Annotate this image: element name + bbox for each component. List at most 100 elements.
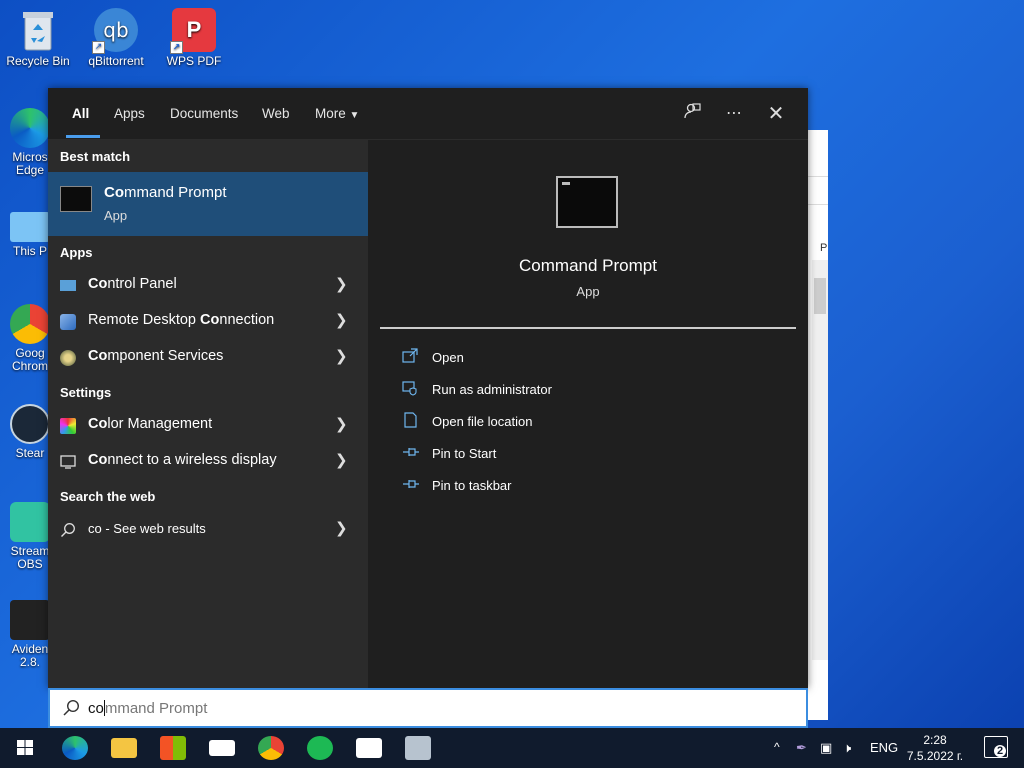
highlight-text: Co (104, 184, 124, 201)
avidemux-icon (10, 600, 50, 640)
highlight-text: Co (88, 416, 108, 432)
action-open[interactable]: Open (402, 346, 702, 370)
divider (380, 327, 796, 329)
background-window[interactable]: P (806, 130, 828, 720)
chevron-right-icon[interactable]: ❯ (335, 275, 348, 293)
desktop-icon-label: WPS PDF (166, 54, 222, 68)
search-box[interactable]: command Prompt (48, 688, 808, 728)
desktop-icon-label: qBittorrent (88, 54, 144, 68)
show-hidden-icons-chevron-up-icon[interactable]: ^ (774, 740, 780, 754)
volume-icon[interactable]: 🕨 (843, 740, 851, 756)
desktop-icon-wps-pdf[interactable]: P ↗ WPS PDF (156, 8, 232, 68)
action-pin-to-taskbar[interactable]: Pin to taskbar (402, 474, 702, 498)
notifications-icon[interactable]: 2 (984, 736, 1008, 758)
chevron-right-icon[interactable]: ❯ (335, 311, 348, 329)
background-window-label: P (820, 242, 828, 254)
mail-icon[interactable] (209, 740, 235, 756)
action-run-as-administrator[interactable]: Run as administrator (402, 378, 702, 402)
chevron-right-icon[interactable]: ❯ (335, 415, 348, 433)
command-prompt-icon (60, 186, 92, 212)
scrollbar-thumb[interactable] (814, 278, 826, 314)
steam-icon (10, 404, 50, 444)
tab-more[interactable]: More ▼ (315, 106, 359, 121)
chevron-right-icon[interactable]: ❯ (335, 347, 348, 365)
recycle-bin-icon (16, 8, 60, 52)
search-input[interactable]: command Prompt (88, 700, 207, 717)
photos-icon[interactable] (356, 738, 382, 758)
more-options-icon[interactable]: ⋯ (722, 102, 746, 126)
network-icon[interactable]: ▣ (820, 740, 832, 756)
store-icon[interactable] (160, 736, 186, 760)
desktop-icon-label: Stream OBS (10, 544, 50, 571)
search-autocomplete: mmand Prompt (104, 700, 208, 717)
clock-time: 2:28 (923, 733, 947, 747)
feather-icon[interactable]: ✒ (796, 740, 807, 756)
action-open-file-location[interactable]: Open file location (402, 410, 702, 434)
desktop-icon-this-pc[interactable]: This P (6, 206, 54, 272)
label-rest: nnect to a wireless display (107, 452, 277, 468)
highlight-text: Co (88, 452, 108, 468)
tab-all[interactable]: All (72, 106, 89, 121)
best-match-subtitle: App (104, 208, 128, 223)
language-indicator[interactable]: ENG (870, 740, 898, 755)
tab-apps[interactable]: Apps (114, 106, 145, 121)
desktop-icon-qbittorrent[interactable]: qb ↗ qBittorrent (78, 8, 154, 68)
settings-item-wireless-display[interactable]: Connect to a wireless display ❯ (48, 444, 368, 480)
action-label: Run as administrator (432, 382, 552, 397)
label-rest: ntrol Panel (107, 276, 177, 292)
app-label: Control Panel (88, 276, 177, 292)
highlight-text: Co (200, 312, 220, 328)
desktop-icon-streamlabs-obs[interactable]: Stream OBS (6, 502, 54, 582)
label-rest: nnection (219, 312, 275, 328)
apps-heading: Apps (60, 245, 93, 260)
search-tabs-bar: All Apps Documents Web More ▼ ⋯ ✕ (48, 88, 808, 140)
shield-icon (402, 380, 420, 396)
settings-item-color-management[interactable]: Color Management ❯ (48, 408, 368, 444)
file-explorer-icon[interactable] (111, 738, 137, 758)
desktop-icon-chrome[interactable]: Goog Chrom (6, 304, 54, 384)
app-item-component-services[interactable]: Component Services ❯ (48, 340, 368, 376)
chrome-taskbar-icon[interactable] (258, 736, 284, 760)
chevron-right-icon[interactable]: ❯ (335, 451, 348, 469)
tab-documents[interactable]: Documents (170, 106, 238, 121)
pin-icon (402, 476, 420, 492)
preview-title: Command Prompt (519, 256, 657, 275)
pin-icon (402, 444, 420, 460)
search-typed-text: co (88, 700, 104, 717)
preview-subtitle: App (576, 284, 600, 299)
action-pin-to-start[interactable]: Pin to Start (402, 442, 702, 466)
feedback-icon[interactable] (680, 102, 704, 126)
command-prompt-icon (556, 176, 618, 228)
desktop-icon-label: Stear (15, 446, 45, 460)
desktop-icon-label: Aviden 2.8. (11, 642, 49, 669)
close-icon[interactable]: ✕ (764, 102, 788, 126)
desktop-icon-label: Micros Edge (12, 150, 48, 177)
app-item-remote-desktop[interactable]: Remote Desktop Connection ❯ (48, 304, 368, 340)
display-icon (60, 454, 76, 470)
label-pre: Remote Desktop (88, 312, 201, 328)
qbittorrent-icon: qb ↗ (92, 8, 138, 54)
desktop-icon-edge[interactable]: Micros Edge (6, 108, 54, 188)
start-button[interactable] (12, 736, 38, 760)
settings-label: Connect to a wireless display (88, 452, 277, 468)
web-result-item[interactable]: co - See web results ❯ (48, 512, 368, 548)
desktop-icon-steam[interactable]: Stear (6, 404, 54, 470)
control-panel-taskbar-icon[interactable] (405, 736, 431, 760)
app-label: Remote Desktop Connection (88, 312, 274, 328)
clock[interactable]: 2:28 7.5.2022 г. (900, 732, 970, 764)
desktop-icon-label: Recycle Bin (6, 54, 70, 68)
chevron-right-icon[interactable]: ❯ (335, 519, 348, 537)
tab-web[interactable]: Web (262, 106, 290, 121)
app-item-control-panel[interactable]: Control Panel ❯ (48, 268, 368, 304)
edge-taskbar-icon[interactable] (62, 736, 88, 760)
best-match-item[interactable]: Command Prompt App (48, 172, 368, 236)
active-tab-indicator (66, 135, 100, 138)
web-suffix: - See web results (101, 521, 206, 536)
background-window-scrollbar[interactable] (812, 260, 828, 660)
spotify-icon[interactable] (307, 736, 333, 760)
remote-desktop-icon (60, 314, 76, 330)
action-label: Pin to Start (432, 446, 497, 461)
label-rest: lor Management (107, 416, 213, 432)
desktop-icon-avidemux[interactable]: Aviden 2.8. (6, 600, 54, 682)
desktop-icon-recycle-bin[interactable]: Recycle Bin (0, 8, 76, 68)
